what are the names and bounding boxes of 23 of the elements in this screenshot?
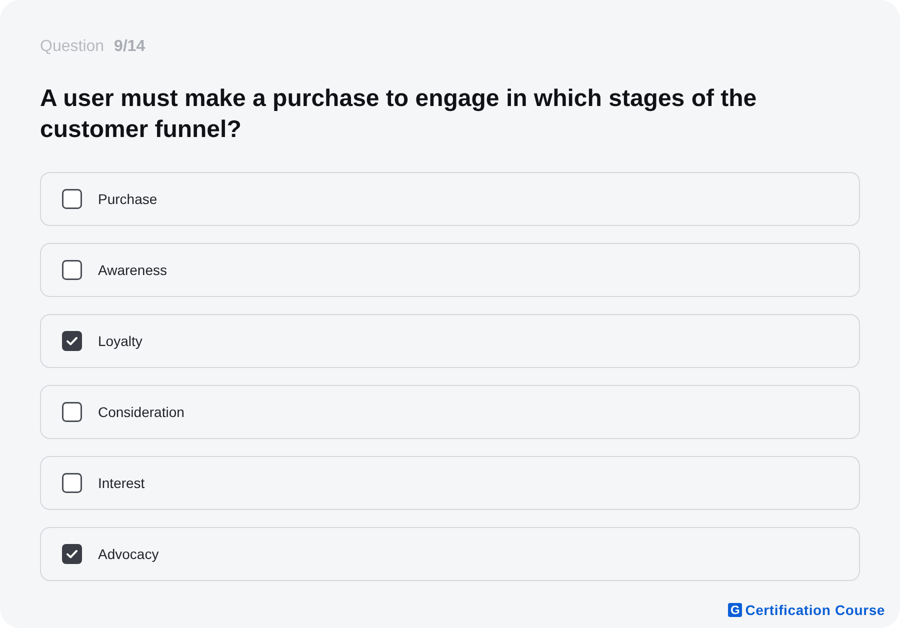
option-label: Loyalty (98, 333, 142, 349)
question-counter: 9/14 (114, 38, 146, 56)
option-label: Purchase (98, 191, 158, 207)
answer-option[interactable]: Purchase (40, 172, 860, 226)
option-label: Consideration (98, 404, 184, 420)
logo-mark: G (728, 603, 742, 617)
checkbox[interactable] (62, 189, 82, 209)
answer-option[interactable]: Advocacy (40, 527, 860, 581)
checkbox[interactable] (62, 402, 82, 422)
checkbox[interactable] (62, 544, 82, 564)
brand-name: Certification Course (745, 602, 885, 618)
checkbox[interactable] (62, 473, 82, 493)
checkbox[interactable] (62, 260, 82, 280)
answer-option[interactable]: Awareness (40, 243, 860, 297)
option-label: Advocacy (98, 546, 159, 562)
checkbox[interactable] (62, 331, 82, 351)
question-text: A user must make a purchase to engage in which stages of the customer funnel? (40, 84, 758, 145)
option-label: Interest (98, 475, 145, 491)
answer-option[interactable]: Consideration (40, 385, 860, 439)
answer-option[interactable]: Interest (40, 456, 860, 510)
option-label: Awareness (98, 262, 168, 278)
question-label: Question (40, 38, 104, 56)
answer-option[interactable]: Loyalty (40, 314, 860, 368)
